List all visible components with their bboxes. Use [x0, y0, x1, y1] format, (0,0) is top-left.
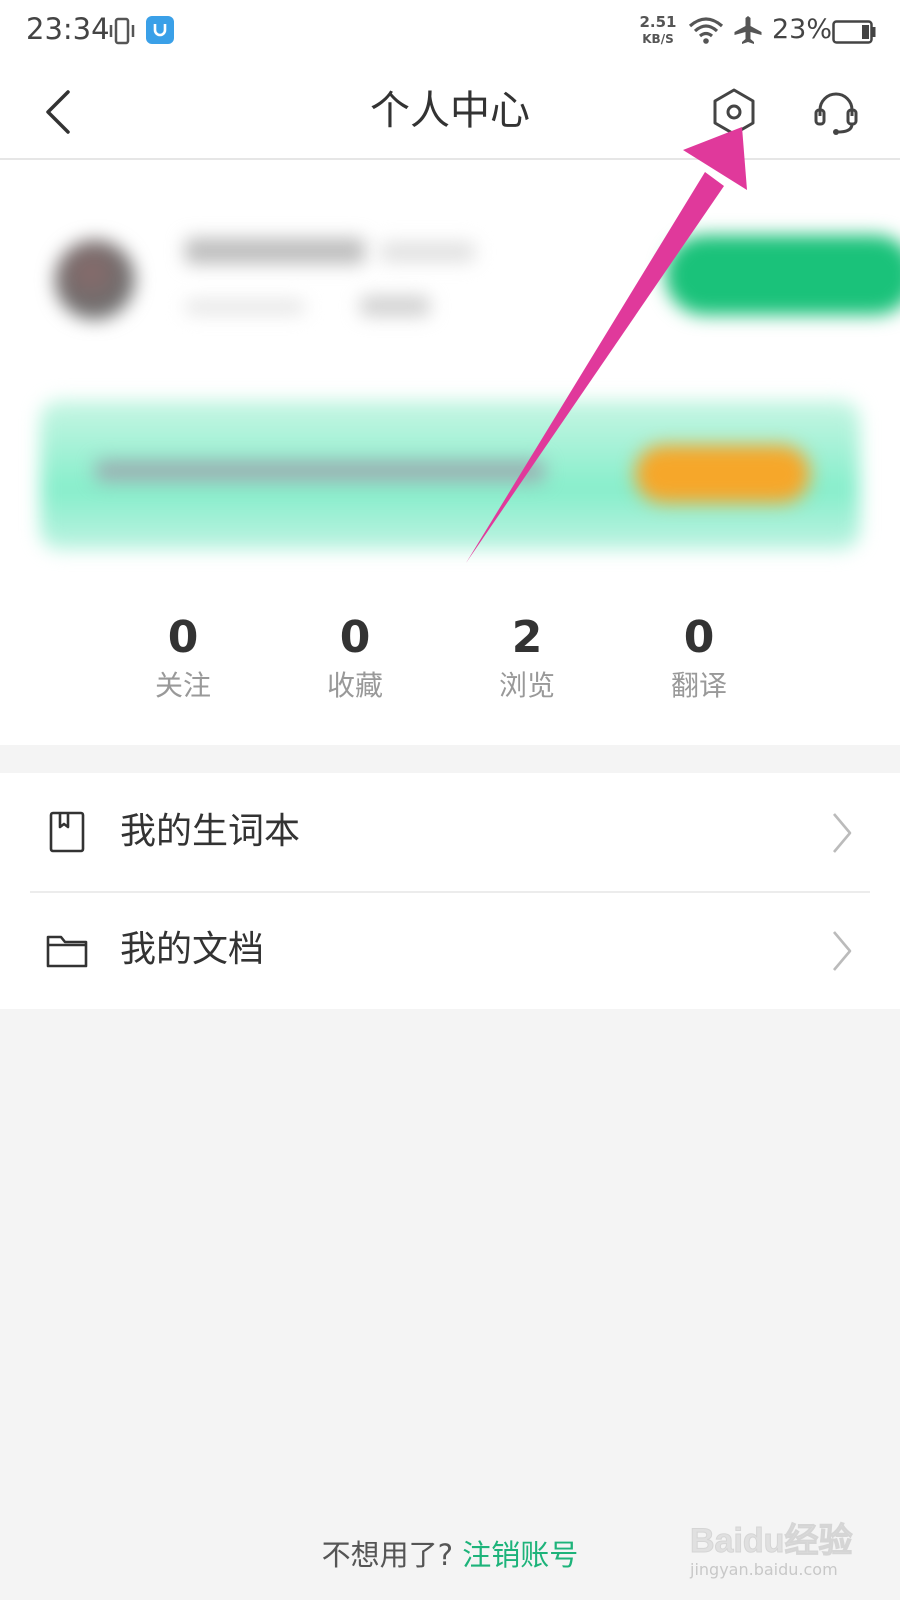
- stat-follow-value: 0: [167, 612, 199, 663]
- chevron-right-icon: [833, 813, 852, 853]
- user-subtitle-redacted: [185, 300, 305, 314]
- net-speed: 2.51 KB/S: [636, 14, 680, 48]
- avatar[interactable]: [55, 240, 135, 320]
- net-speed-unit: KB/S: [642, 32, 674, 46]
- stat-browse-label: 浏览: [498, 669, 555, 702]
- membership-button[interactable]: [665, 235, 900, 315]
- user-badge-redacted: [360, 296, 430, 316]
- stat-browse-value: 2: [511, 612, 543, 663]
- profile-card: 0 关注 0 收藏 2 浏览 0 翻译: [0, 160, 900, 745]
- stat-favorites-label: 收藏: [326, 669, 383, 702]
- watermark-brand: Baidu经验: [690, 1521, 852, 1560]
- footer-prompt: 不想用了?: [321, 1538, 454, 1572]
- app-notification-icon: [146, 16, 174, 44]
- customer-service-headset-icon[interactable]: [810, 86, 862, 138]
- stat-favorites-value: 0: [339, 612, 371, 663]
- menu-item-vocabulary[interactable]: 我的生词本: [0, 773, 900, 891]
- chevron-right-icon: [833, 931, 852, 971]
- status-time: 23:34: [26, 12, 110, 46]
- stat-translate-value: 0: [683, 612, 715, 663]
- stat-translate[interactable]: 0 翻译: [629, 612, 769, 706]
- username-redacted: [185, 238, 365, 264]
- watermark-url: jingyan.baidu.com: [690, 1560, 838, 1579]
- battery-icon: [832, 20, 876, 44]
- cancel-account-link[interactable]: 注销账号: [462, 1538, 578, 1572]
- promo-banner-button[interactable]: [635, 445, 810, 503]
- stat-favorites[interactable]: 0 收藏: [285, 612, 425, 706]
- page-title: 个人中心: [370, 88, 530, 134]
- stat-translate-label: 翻译: [670, 669, 727, 702]
- menu-item-documents-label: 我的文档: [120, 929, 265, 970]
- net-speed-value: 2.51: [639, 13, 677, 31]
- username-tag-redacted: [380, 242, 475, 262]
- airplane-mode-icon: [734, 16, 762, 44]
- settings-gear-icon[interactable]: [708, 86, 760, 138]
- stat-follow[interactable]: 0 关注: [113, 612, 253, 706]
- menu-list: 我的生词本 我的文档: [0, 773, 900, 1009]
- folder-icon: [46, 935, 88, 968]
- top-app-bar: 个人中心: [0, 64, 900, 160]
- back-arrow-icon[interactable]: [38, 86, 78, 138]
- stat-browse[interactable]: 2 浏览: [457, 612, 597, 706]
- vibrate-icon: [109, 17, 135, 45]
- battery-percent: 23%: [772, 14, 833, 45]
- promo-banner-text-redacted: [95, 460, 545, 482]
- stat-follow-label: 关注: [154, 669, 211, 702]
- bookmark-book-icon: [49, 811, 85, 853]
- wifi-icon: [688, 17, 724, 44]
- menu-item-vocabulary-label: 我的生词本: [120, 811, 301, 852]
- menu-item-documents[interactable]: 我的文档: [0, 891, 900, 1009]
